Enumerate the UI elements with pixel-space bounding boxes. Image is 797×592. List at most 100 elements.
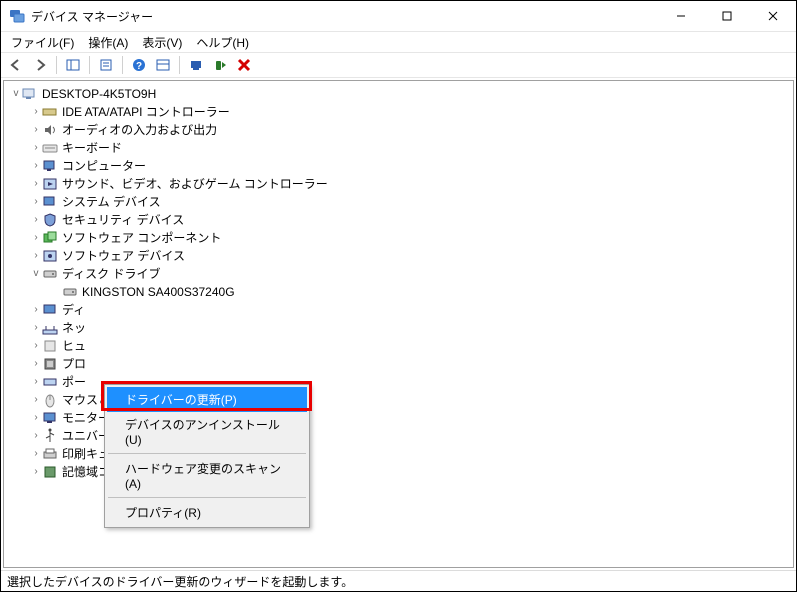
expand-toggle-icon[interactable]: › bbox=[30, 157, 42, 175]
expand-toggle-icon[interactable]: › bbox=[30, 355, 42, 373]
expand-toggle-icon[interactable]: › bbox=[30, 121, 42, 139]
toolbar-separator bbox=[179, 56, 180, 74]
maximize-button[interactable] bbox=[704, 2, 750, 30]
tree-item-sw-device[interactable]: › ソフトウェア デバイス bbox=[30, 247, 328, 265]
tree-item-security[interactable]: › セキュリティ デバイス bbox=[30, 211, 328, 229]
hid-icon bbox=[42, 338, 58, 354]
title-bar: デバイス マネージャー bbox=[1, 1, 796, 32]
nav-back-button[interactable] bbox=[5, 55, 27, 75]
expand-toggle-icon[interactable]: › bbox=[30, 391, 42, 409]
tree-item-processor[interactable]: › プロ bbox=[30, 355, 328, 373]
tree-root-label: DESKTOP-4K5TO9H bbox=[42, 85, 156, 103]
toolbar-separator bbox=[56, 56, 57, 74]
expand-toggle-icon[interactable]: v bbox=[30, 265, 42, 283]
app-window: デバイス マネージャー ファイル(F) 操作(A) 表示(V) ヘルプ(H) ? bbox=[0, 0, 797, 592]
close-button[interactable] bbox=[750, 2, 796, 30]
tree-item-label: ディスク ドライブ bbox=[62, 265, 161, 283]
status-bar: 選択したデバイスのドライバー更新のウィザードを起動します。 bbox=[1, 570, 796, 591]
tree-item-network[interactable]: › ネッ bbox=[30, 319, 328, 337]
cm-separator bbox=[108, 497, 306, 498]
tree-item-label: モニター bbox=[62, 409, 110, 427]
security-icon bbox=[42, 212, 58, 228]
menu-file[interactable]: ファイル(F) bbox=[5, 32, 80, 53]
ide-icon bbox=[42, 104, 58, 120]
tree-item-keyboard[interactable]: › キーボード bbox=[30, 139, 328, 157]
usb-icon bbox=[42, 428, 58, 444]
show-hide-tree-button[interactable] bbox=[62, 55, 84, 75]
expand-toggle-icon[interactable]: v bbox=[10, 85, 22, 103]
expand-toggle-icon[interactable]: › bbox=[30, 301, 42, 319]
computer-root-icon bbox=[22, 86, 38, 102]
disk-category-icon bbox=[42, 266, 58, 282]
menu-help[interactable]: ヘルプ(H) bbox=[190, 32, 255, 53]
expand-toggle-icon[interactable]: › bbox=[30, 373, 42, 391]
uninstall-device-button[interactable] bbox=[209, 55, 231, 75]
expand-toggle-icon[interactable]: › bbox=[30, 247, 42, 265]
tree-item-label: ネッ bbox=[62, 319, 86, 337]
cm-scan-hardware[interactable]: ハードウェア変更のスキャン(A) bbox=[107, 456, 307, 495]
nav-forward-button[interactable] bbox=[29, 55, 51, 75]
tree-item-label: サウンド、ビデオ、およびゲーム コントローラー bbox=[62, 175, 328, 193]
tree-root[interactable]: v DESKTOP-4K5TO9H bbox=[10, 85, 328, 103]
tree-item-label: KINGSTON SA400S37240G bbox=[82, 283, 235, 301]
tree-item-label: セキュリティ デバイス bbox=[62, 211, 184, 229]
update-driver-button[interactable] bbox=[185, 55, 207, 75]
cm-properties[interactable]: プロパティ(R) bbox=[107, 500, 307, 525]
tree-item-system[interactable]: › システム デバイス bbox=[30, 193, 328, 211]
print-icon bbox=[42, 446, 58, 462]
expand-toggle-icon[interactable]: › bbox=[30, 103, 42, 121]
tree-item-hid[interactable]: › ヒュ bbox=[30, 337, 328, 355]
tree-item-label: オーディオの入力および出力 bbox=[62, 121, 217, 139]
scan-hardware-button[interactable] bbox=[152, 55, 174, 75]
expand-toggle-icon[interactable]: › bbox=[30, 211, 42, 229]
toolbar: ? bbox=[1, 52, 796, 78]
help-button[interactable]: ? bbox=[128, 55, 150, 75]
tree-item-disk-device[interactable]: KINGSTON SA400S37240G bbox=[50, 283, 328, 301]
keyboard-icon bbox=[42, 140, 58, 156]
expand-toggle-icon[interactable]: › bbox=[30, 463, 42, 481]
expand-toggle-icon[interactable]: › bbox=[30, 427, 42, 445]
tree-item-sw-component[interactable]: › ソフトウェア コンポーネント bbox=[30, 229, 328, 247]
app-icon bbox=[9, 8, 25, 24]
expand-toggle-icon[interactable]: › bbox=[30, 175, 42, 193]
tree-item-label: IDE ATA/ATAPI コントローラー bbox=[62, 103, 230, 121]
media-icon bbox=[42, 176, 58, 192]
svg-text:?: ? bbox=[136, 61, 142, 72]
expand-toggle-icon[interactable]: › bbox=[30, 409, 42, 427]
expand-toggle-icon[interactable]: › bbox=[30, 139, 42, 157]
tree-item-label: プロ bbox=[62, 355, 86, 373]
tree-item-label: ポー bbox=[62, 373, 86, 391]
storage-icon bbox=[42, 464, 58, 480]
menu-bar: ファイル(F) 操作(A) 表示(V) ヘルプ(H) bbox=[1, 32, 796, 52]
tree-item-ide[interactable]: › IDE ATA/ATAPI コントローラー bbox=[30, 103, 328, 121]
tree-item-computer[interactable]: › コンピューター bbox=[30, 157, 328, 175]
tree-item-label: システム デバイス bbox=[62, 193, 161, 211]
minimize-button[interactable] bbox=[658, 2, 704, 30]
expand-toggle-icon[interactable]: › bbox=[30, 445, 42, 463]
expand-toggle-icon[interactable]: › bbox=[30, 337, 42, 355]
sw-component-icon bbox=[42, 230, 58, 246]
tree-item-display[interactable]: › ディ bbox=[30, 301, 328, 319]
system-icon bbox=[42, 194, 58, 210]
expand-toggle-icon[interactable]: › bbox=[30, 229, 42, 247]
disk-device-icon bbox=[62, 284, 78, 300]
cm-update-driver[interactable]: ドライバーの更新(P) bbox=[107, 387, 307, 412]
cpu-icon bbox=[42, 356, 58, 372]
properties-button[interactable] bbox=[95, 55, 117, 75]
expand-toggle-icon[interactable]: › bbox=[30, 319, 42, 337]
network-icon bbox=[42, 320, 58, 336]
disable-device-button[interactable] bbox=[233, 55, 255, 75]
window-controls bbox=[658, 2, 796, 30]
tree-item-sound-video-game[interactable]: › サウンド、ビデオ、およびゲーム コントローラー bbox=[30, 175, 328, 193]
tree-item-audio[interactable]: › オーディオの入力および出力 bbox=[30, 121, 328, 139]
tree-item-disk[interactable]: v ディスク ドライブ bbox=[30, 265, 328, 283]
mouse-icon bbox=[42, 392, 58, 408]
menu-action[interactable]: 操作(A) bbox=[82, 32, 134, 53]
cm-uninstall-device[interactable]: デバイスのアンインストール(U) bbox=[107, 412, 307, 451]
expand-toggle-icon[interactable]: › bbox=[30, 193, 42, 211]
context-menu: ドライバーの更新(P) デバイスのアンインストール(U) ハードウェア変更のスキ… bbox=[104, 384, 310, 528]
menu-view[interactable]: 表示(V) bbox=[136, 32, 188, 53]
computer-icon bbox=[42, 158, 58, 174]
cm-separator bbox=[108, 453, 306, 454]
tree-item-label: ソフトウェア デバイス bbox=[62, 247, 185, 265]
